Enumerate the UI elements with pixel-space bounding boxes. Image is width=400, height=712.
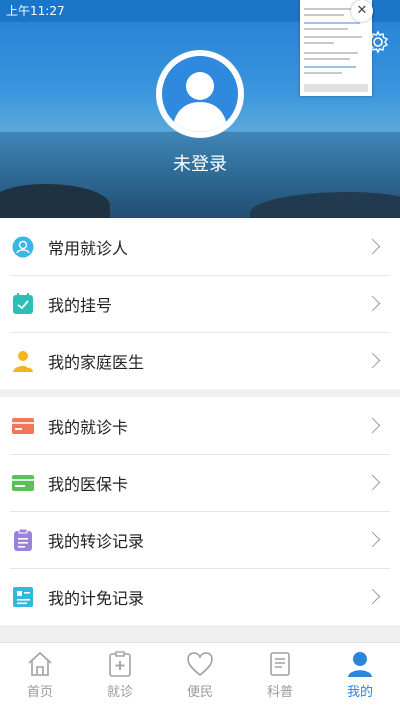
heart-icon	[187, 652, 213, 677]
chevron-right-icon	[364, 238, 381, 255]
default-avatar-icon	[162, 56, 238, 132]
insurance-card-icon	[12, 472, 34, 494]
chevron-right-icon	[364, 588, 381, 605]
menu-item-my-registrations[interactable]: 我的挂号	[0, 275, 400, 332]
menu-item-frequent-patients[interactable]: 常用就诊人	[0, 218, 400, 275]
chevron-right-icon	[364, 295, 381, 312]
referral-clipboard-icon	[12, 528, 34, 551]
chevron-right-icon	[364, 352, 381, 369]
menu-item-label: 我的转诊记录	[48, 531, 145, 551]
patient-icon	[12, 236, 34, 258]
status-time: 上午11:27	[6, 4, 65, 18]
bottom-tab-bar: 首页 就诊 便民 科普 我的	[0, 642, 400, 712]
home-icon	[28, 651, 52, 676]
visit-card-icon	[12, 415, 34, 437]
tab-home[interactable]: 首页	[0, 643, 80, 712]
menu-item-referral-records[interactable]: 我的转诊记录	[0, 511, 400, 568]
menu-item-label: 我的医保卡	[48, 474, 129, 494]
menu-item-label: 我的计免记录	[48, 588, 145, 608]
tab-mine[interactable]: 我的	[320, 643, 400, 712]
user-icon	[348, 652, 372, 677]
tab-label: 我的	[346, 685, 373, 700]
menu-item-visit-card[interactable]: 我的就诊卡	[0, 397, 400, 454]
menu-item-label: 常用就诊人	[48, 238, 129, 258]
menu-item-family-doctor[interactable]: 我的家庭医生	[0, 332, 400, 389]
menu-item-label: 我的就诊卡	[48, 417, 129, 437]
chevron-right-icon	[364, 531, 381, 548]
login-status[interactable]: 未登录	[0, 150, 400, 176]
tab-visit[interactable]: 就诊	[80, 643, 160, 712]
doctor-icon	[12, 350, 34, 372]
article-icon	[270, 652, 290, 676]
tab-science[interactable]: 科普	[240, 643, 320, 712]
medical-visit-icon	[109, 651, 131, 677]
tab-label: 首页	[26, 685, 53, 700]
chevron-right-icon	[364, 417, 381, 434]
tab-label: 便民	[186, 685, 213, 700]
register-calendar-icon	[12, 292, 34, 315]
chevron-right-icon	[364, 474, 381, 491]
menu-item-insurance-card[interactable]: 我的医保卡	[0, 454, 400, 511]
menu-item-label: 我的挂号	[48, 295, 113, 315]
avatar[interactable]	[156, 50, 244, 138]
menu-item-vaccination-records[interactable]: 我的计免记录	[0, 568, 400, 625]
menu-group-2: 我的就诊卡 我的医保卡 我的转诊记录 我的计免记录	[0, 397, 400, 625]
tab-convenience[interactable]: 便民	[160, 643, 240, 712]
menu-group-1: 常用就诊人 我的挂号 我的家庭医生	[0, 218, 400, 389]
tab-label: 就诊	[106, 685, 133, 700]
tab-label: 科普	[266, 685, 293, 700]
vaccination-record-icon	[12, 586, 34, 608]
menu-item-label: 我的家庭医生	[48, 352, 145, 372]
close-icon[interactable]: ✕	[351, 0, 373, 22]
